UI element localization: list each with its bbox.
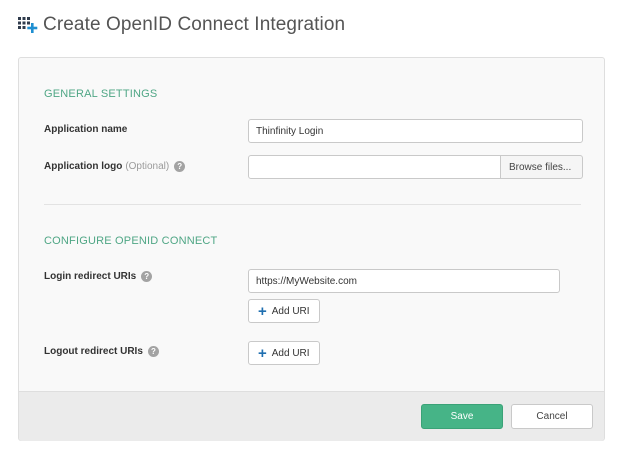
- logout-redirect-label-text: Logout redirect URIs: [44, 346, 143, 357]
- login-redirect-label-text: Login redirect URIs: [44, 271, 137, 282]
- login-redirect-uri-input[interactable]: [248, 269, 560, 293]
- application-logo-file-field[interactable]: [248, 155, 501, 179]
- application-logo-label: Application logo (Optional) ?: [44, 161, 186, 172]
- help-icon[interactable]: ?: [147, 346, 159, 357]
- configure-openid-heading: CONFIGURE OPENID CONNECT: [44, 235, 218, 247]
- login-redirect-label: Login redirect URIs ?: [44, 271, 153, 282]
- application-logo-label-text: Application logo: [44, 161, 123, 172]
- integration-form-panel: GENERAL SETTINGS Application name Applic…: [18, 57, 605, 441]
- page-title: Create OpenID Connect Integration: [43, 14, 346, 35]
- optional-tag: (Optional): [125, 161, 170, 172]
- browse-files-button[interactable]: Browse files...: [500, 155, 583, 179]
- general-settings-heading: GENERAL SETTINGS: [44, 88, 158, 100]
- application-name-label: Application name: [44, 124, 127, 135]
- cancel-button[interactable]: Cancel: [511, 404, 593, 429]
- add-uri-label: Add URI: [271, 305, 310, 317]
- application-name-label-text: Application name: [44, 124, 128, 135]
- form-footer: Save Cancel: [19, 391, 604, 441]
- page-header: Create OpenID Connect Integration: [18, 14, 345, 36]
- plus-icon: +: [258, 302, 267, 320]
- plus-icon: +: [258, 344, 267, 362]
- help-icon[interactable]: ?: [174, 161, 186, 172]
- section-divider: [44, 204, 581, 205]
- add-logout-uri-button[interactable]: + Add URI: [248, 341, 320, 365]
- app-grid-add-icon: [18, 17, 38, 33]
- help-icon[interactable]: ?: [141, 271, 153, 282]
- add-uri-label: Add URI: [271, 347, 310, 359]
- save-button[interactable]: Save: [421, 404, 503, 429]
- logout-redirect-label: Logout redirect URIs ?: [44, 346, 159, 357]
- application-name-input[interactable]: [248, 119, 583, 143]
- add-login-uri-button[interactable]: + Add URI: [248, 299, 320, 323]
